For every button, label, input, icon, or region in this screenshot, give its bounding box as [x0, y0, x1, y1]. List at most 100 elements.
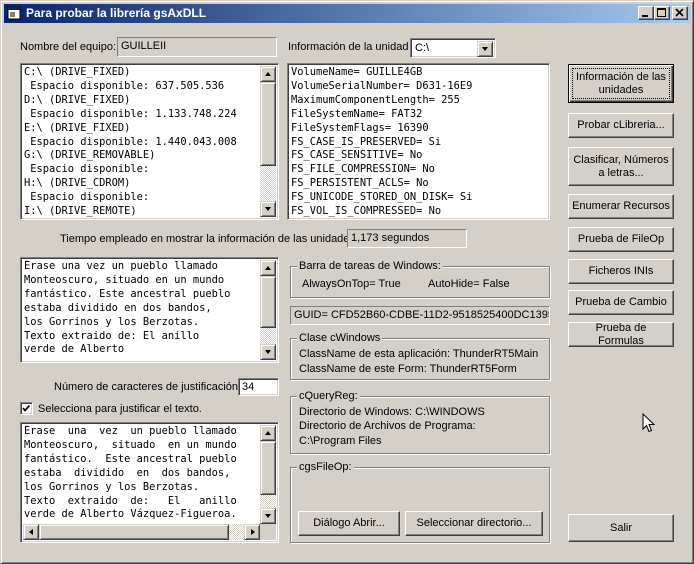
text-line: fantástico. Este ancestral pueblo — [24, 287, 231, 300]
justify-chars-input[interactable]: 34 — [238, 378, 279, 396]
justify-chars-label: Número de caracteres de justificación: — [54, 381, 242, 393]
check-icon — [22, 404, 31, 412]
close-icon — [675, 8, 684, 17]
list-item: FS_PERSISTENT_ACLS= No — [291, 177, 429, 190]
mouse-cursor-icon — [642, 413, 656, 433]
title-bar[interactable]: Para probar la librería gsAxDLL — [4, 4, 690, 23]
windows-dir-text: Directorio de Windows: C:\WINDOWS — [299, 406, 485, 418]
list-item: FS_UNICODE_STORED_ON_DISK= Si — [291, 191, 473, 204]
scroll-down-button[interactable] — [260, 508, 276, 524]
arrow-up-icon — [265, 431, 271, 435]
scroll-thumb[interactable] — [260, 82, 276, 166]
list-item: FS_VOL_IS_COMPRESSED= No — [291, 205, 442, 218]
open-dialog-button[interactable]: Diálogo Abrir... — [298, 511, 400, 536]
scroll-thumb[interactable] — [260, 276, 276, 328]
main-window: Para probar la librería gsAxDLL Nombre d… — [0, 0, 694, 564]
scroll-down-button[interactable] — [260, 344, 276, 360]
ficheros-ini-button[interactable]: Ficheros INIs — [568, 259, 674, 284]
arrow-left-icon — [29, 529, 33, 535]
cwindows-group: Clase cWindows ClassName de esta aplicac… — [290, 332, 550, 380]
text-line: los Gorrinos y los Berzotas. — [24, 315, 200, 328]
guid-field[interactable]: GUID= CFD52B60-CDBE-11D2-9518525400DC139… — [290, 306, 550, 325]
cqueryreg-group: cQueryReg: Directorio de Windows: C:\WIN… — [290, 390, 550, 454]
enumerar-recursos-button[interactable]: Enumerar Recursos — [568, 194, 674, 219]
computer-name-label: Nombre del equipo: — [20, 41, 117, 53]
list-item: VolumeName= GUILLE4GB — [291, 66, 423, 78]
app-icon[interactable] — [7, 6, 21, 20]
volume-info-box[interactable]: VolumeName= GUILLE4GB VolumeSerialNumber=… — [287, 63, 550, 220]
justified-text-hscrollbar[interactable] — [23, 524, 260, 540]
drives-list[interactable]: C:\ (DRIVE_FIXED) Espacio disponible: 63… — [20, 63, 279, 220]
text-line: Texto extraido de: El anillo — [24, 329, 200, 342]
prueba-fileop-button[interactable]: Prueba de FileOp — [568, 227, 674, 252]
clasificar-button[interactable]: Clasificar, Números a letras... — [568, 147, 674, 186]
arrow-up-icon — [265, 266, 271, 270]
always-on-top-text: AlwaysOnTop= True — [302, 278, 401, 290]
justify-checkbox[interactable] — [20, 402, 33, 415]
list-item: FS_FILE_COMPRESSION= No — [291, 163, 435, 176]
list-item: VolumeSerialNumber= D631-16E9 — [291, 79, 473, 92]
text-line: verde de Alberto Vázquez-Figueroa. — [24, 508, 237, 521]
text-line: verde de Alberto — [24, 343, 125, 356]
drive-select-dropdown-button[interactable] — [477, 41, 493, 57]
arrow-down-icon — [265, 207, 271, 211]
text-line: estaba dividido en dos bandos, — [24, 301, 212, 314]
scroll-left-button[interactable] — [23, 524, 39, 540]
list-item: Espacio disponible: 637.505.536 — [24, 79, 225, 92]
list-item: MaximumComponentLength= 255 — [291, 93, 460, 106]
app-classname-text: ClassName de esta aplicación: ThunderRT5… — [299, 348, 539, 360]
maximize-button[interactable] — [654, 6, 670, 20]
scroll-up-button[interactable] — [260, 66, 276, 82]
list-item: Espacio disponible: 1.440.043.008 — [24, 135, 237, 148]
computer-name-field[interactable]: GUILLEII — [117, 37, 277, 57]
drives-list-content: C:\ (DRIVE_FIXED) Espacio disponible: 63… — [24, 66, 262, 219]
text-line: fantástico. Este ancestral pueblo — [24, 452, 237, 465]
close-button[interactable] — [672, 6, 688, 20]
justified-text-vscrollbar[interactable] — [260, 425, 276, 524]
list-item: H:\ (DRIVE_CDROM) — [24, 177, 131, 190]
prueba-formulas-button[interactable]: Prueba de Formulas — [568, 322, 674, 347]
scroll-up-button[interactable] — [260, 425, 276, 441]
drive-info-button[interactable]: Información de las unidades — [568, 64, 674, 103]
scroll-down-button[interactable] — [260, 201, 276, 217]
drive-info-label: Información de la unidad — [288, 41, 409, 53]
form-classname-text: ClassName de este Form: ThunderRT5Form — [299, 363, 517, 375]
list-item: FileSystemFlags= 16390 — [291, 121, 429, 134]
text-line: Texto extraido de: El anillo — [24, 494, 237, 507]
minimize-button[interactable] — [638, 6, 654, 20]
list-item: E:\ (DRIVE_FIXED) — [24, 121, 131, 134]
arrow-down-icon — [265, 514, 271, 518]
text-line: los Gorrinos y los Berzotas. — [24, 480, 200, 493]
prueba-cambio-button[interactable]: Prueba de Cambio — [568, 290, 674, 315]
list-item: C:\ (DRIVE_FIXED) — [24, 66, 131, 78]
elapsed-time-label: Tiempo empleado en mostrar la informació… — [60, 233, 358, 245]
cqueryreg-group-title: cQueryReg: — [297, 390, 360, 402]
auto-hide-text: AutoHide= False — [428, 278, 510, 290]
drive-select-value: C:\ — [415, 42, 430, 54]
list-item: Espacio disponible: — [24, 163, 150, 176]
drives-list-scrollbar[interactable] — [260, 66, 276, 217]
text-line: Érase una vez un pueblo llamado — [24, 260, 218, 272]
justified-text-content: Érase una vez un pueblo llamado Monteoscu… — [24, 425, 262, 522]
list-item: G:\ (DRIVE_REMOVABLE) — [24, 149, 156, 162]
taskbar-group: Barra de tareas de Windows: AlwaysOnTop=… — [290, 260, 550, 298]
scroll-up-button[interactable] — [260, 260, 276, 276]
arrow-down-icon — [265, 350, 271, 354]
select-directory-button[interactable]: Seleccionar directorio... — [405, 511, 543, 536]
scroll-right-button[interactable] — [244, 524, 260, 540]
chevron-down-icon — [482, 47, 488, 51]
justified-text-box[interactable]: Érase una vez un pueblo llamado Monteoscu… — [20, 422, 279, 543]
original-text-box[interactable]: Érase una vez un pueblo llamado Monteoscu… — [20, 257, 279, 363]
arrow-right-icon — [251, 529, 255, 535]
scroll-thumb[interactable] — [260, 441, 276, 495]
list-item: Espacio disponible: — [24, 191, 150, 204]
justify-checkbox-label[interactable]: Selecciona para justificar el texto. — [38, 403, 202, 415]
probar-clibreria-button[interactable]: Probar cLibreria... — [568, 113, 674, 138]
elapsed-time-field[interactable]: 1,173 segundos — [347, 229, 467, 248]
hscroll-thumb[interactable] — [39, 524, 229, 540]
salir-button[interactable]: Salir — [568, 514, 674, 542]
volume-info-content: VolumeName= GUILLE4GB VolumeSerialNumber=… — [291, 66, 547, 219]
text-line: Monteoscuro, situado en un mundo — [24, 273, 225, 286]
original-text-scrollbar[interactable] — [260, 260, 276, 360]
drive-select[interactable]: C:\ — [410, 38, 496, 58]
